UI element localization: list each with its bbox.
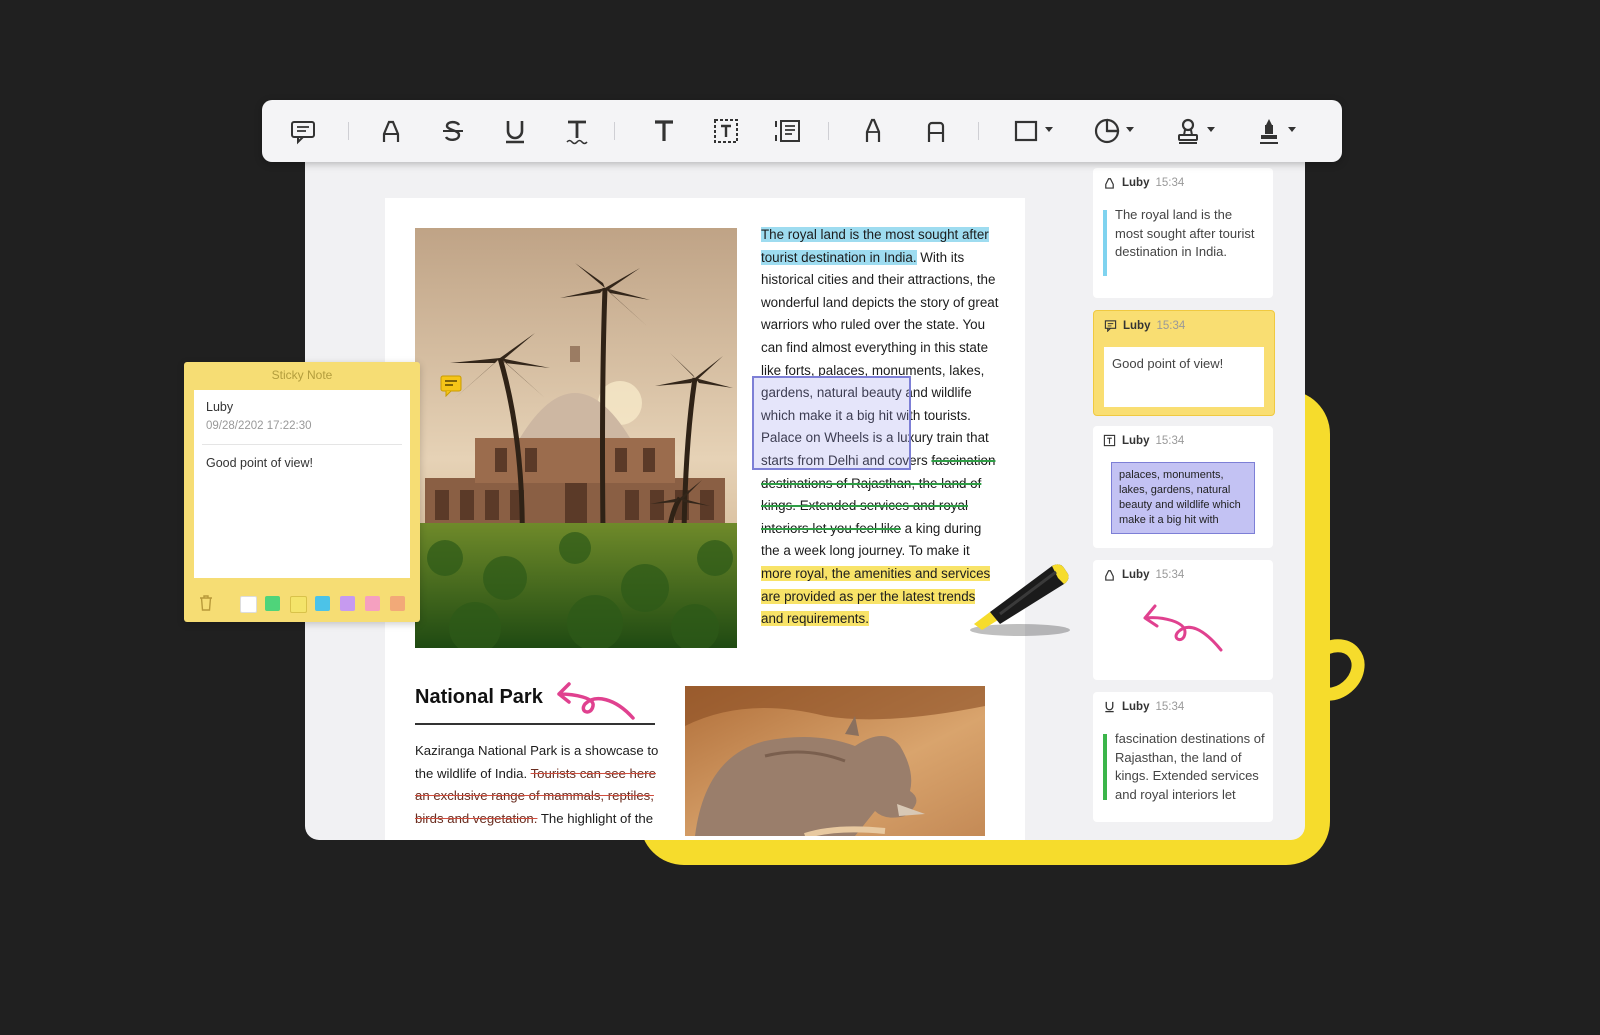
comment-card-underline[interactable]: Luby 15:34 fascination destinations of R… [1093, 692, 1273, 822]
comment-author: Luby [1122, 700, 1150, 713]
comment-icon [291, 121, 315, 145]
sticky-note-header: Sticky Note [271, 368, 333, 382]
comment-text: palaces, monuments, lakes, gardens, natu… [1119, 469, 1241, 526]
paragraph-national-park[interactable]: Kaziranga National Park is a showcase to… [415, 740, 665, 830]
comment-card-highlight[interactable]: Luby 15:34 The royal land is the most so… [1093, 168, 1273, 298]
highlighter-marker-illustration [970, 564, 1070, 636]
sticky-note-author: Luby [206, 400, 234, 414]
textbox-icon [714, 119, 738, 143]
comment-text: Good point of view! [1112, 356, 1224, 371]
comment-text: fascination destinations of Rajasthan, t… [1115, 731, 1265, 802]
pencil-icon [1105, 570, 1114, 581]
comment-time: 15:34 [1156, 319, 1186, 332]
comment-header: Luby 15:34 [1103, 434, 1184, 447]
textbox-icon [1103, 434, 1116, 447]
comment-header: Luby 15:34 [1104, 319, 1185, 332]
sticky-note-date: 09/28/2202 17:22:30 [206, 420, 312, 432]
highlight-icon [382, 120, 400, 142]
highlight-tool-button[interactable] [372, 113, 410, 149]
comment-time: 15:34 [1155, 434, 1185, 447]
annotation-toolbar [262, 100, 1342, 162]
decorative-ring [1301, 639, 1365, 701]
chevron-down-icon [1288, 127, 1296, 132]
stamp-tool-button[interactable] [1169, 113, 1215, 149]
toolbar-separator [614, 122, 615, 140]
pen-arrow-drawing[interactable] [555, 676, 645, 726]
palace-photo [415, 228, 737, 648]
body-text: The highlight of the [537, 810, 654, 826]
eraser-icon [927, 121, 945, 142]
comment-icon [1104, 320, 1117, 332]
trash-icon[interactable] [198, 594, 214, 612]
comment-card-pencil[interactable]: Luby 15:34 [1093, 560, 1273, 680]
sticky-note-body[interactable]: Luby 09/28/2202 17:22:30 Good point of v… [194, 390, 410, 578]
chevron-down-icon [1045, 127, 1053, 132]
color-swatch-purple[interactable] [340, 596, 355, 611]
body-text: With its historical cities and their att… [761, 249, 999, 378]
squiggly-tool-button[interactable] [558, 113, 596, 149]
sticky-note-divider [202, 444, 402, 445]
section-divider [415, 723, 655, 725]
highlight-icon [1105, 178, 1114, 189]
pencil-tool-button[interactable] [854, 113, 892, 149]
squiggly-icon [566, 120, 588, 145]
comment-time: 15:34 [1155, 700, 1185, 713]
color-swatch-pink[interactable] [365, 596, 380, 611]
eraser-tool-button[interactable] [917, 113, 955, 149]
comment-header: Luby 15:34 [1103, 700, 1184, 713]
underline-icon [506, 121, 524, 144]
color-swatch-green[interactable] [265, 596, 280, 611]
chevron-down-icon [1126, 127, 1134, 132]
comment-time: 15:34 [1155, 568, 1185, 581]
color-swatch-blue[interactable] [315, 596, 330, 611]
text-selection-box[interactable] [752, 376, 911, 470]
sticky-note-content[interactable]: Good point of view! [206, 456, 313, 470]
comment-header: Luby 15:34 [1103, 176, 1184, 189]
toolbar-separator [828, 122, 829, 140]
text-callout-tool-button[interactable] [769, 113, 807, 149]
comment-author: Luby [1122, 176, 1150, 189]
color-swatch-yellow[interactable] [290, 596, 307, 613]
underline-icon [1105, 701, 1114, 713]
stamp-icon [1178, 118, 1198, 144]
strikethrough-tool-button[interactable] [434, 113, 472, 149]
toolbar-separator [978, 122, 979, 140]
text-tool-button[interactable] [645, 113, 683, 149]
highlight-color-bar [1103, 210, 1107, 276]
pen-drawing-preview [1143, 604, 1223, 652]
sticker-icon [1094, 118, 1120, 144]
pdf-editor-window: The royal land is the most sought after … [305, 160, 1305, 840]
document-page: The royal land is the most sought after … [385, 198, 1025, 840]
comment-author: Luby [1122, 434, 1150, 447]
underline-tool-button[interactable] [496, 113, 534, 149]
comment-tool-button[interactable] [284, 113, 322, 149]
text-callout-icon [775, 120, 800, 142]
comment-header: Luby 15:34 [1103, 568, 1184, 581]
comment-card-note[interactable]: Luby 15:34 Good point of view! [1093, 310, 1275, 416]
comment-text: The royal land is the most sought after … [1115, 207, 1255, 259]
yellow-highlight-text[interactable]: more royal, the amenities and services a… [761, 565, 991, 627]
strikethrough-icon [443, 120, 463, 141]
signature-icon [1260, 119, 1278, 144]
section-title: National Park [415, 686, 543, 708]
signature-tool-button[interactable] [1250, 113, 1296, 149]
textbox-tool-button[interactable] [707, 113, 745, 149]
chevron-down-icon [1207, 127, 1215, 132]
shape-tool-button[interactable] [1007, 113, 1053, 149]
pencil-icon [865, 118, 881, 142]
comment-card-textbox[interactable]: Luby 15:34 palaces, monuments, lakes, ga… [1093, 426, 1273, 548]
color-swatch-orange[interactable] [390, 596, 405, 611]
shape-icon [1014, 120, 1038, 142]
underline-color-bar [1103, 734, 1107, 800]
text-icon [655, 120, 673, 141]
comment-author: Luby [1123, 319, 1151, 332]
comment-time: 15:34 [1155, 176, 1185, 189]
rhino-photo [685, 686, 985, 836]
sticky-note-popup[interactable]: Sticky Note Luby 09/28/2202 17:22:30 Goo… [184, 362, 420, 622]
toolbar-separator [348, 122, 349, 140]
sticker-tool-button[interactable] [1088, 113, 1134, 149]
comment-author: Luby [1122, 568, 1150, 581]
sticky-note-marker-icon[interactable] [440, 375, 462, 397]
color-swatch-white[interactable] [240, 596, 257, 613]
